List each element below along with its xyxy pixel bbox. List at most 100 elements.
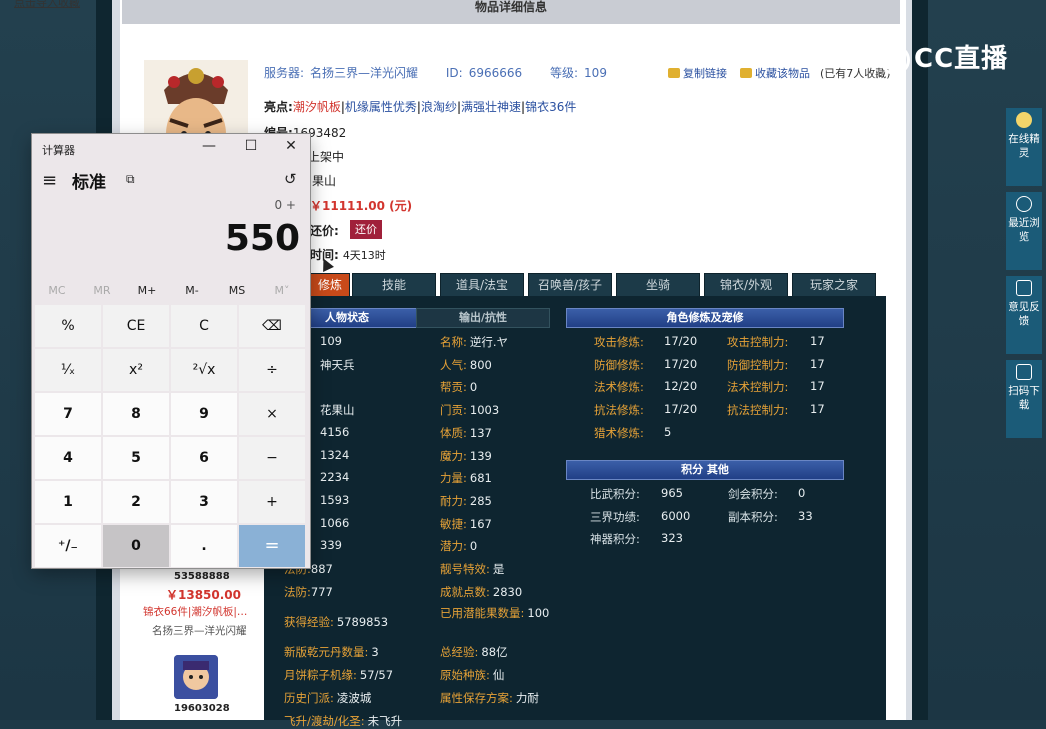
server-value: 名扬三界—洋光闪耀: [310, 66, 419, 80]
digit-6-button[interactable]: 6: [171, 437, 237, 479]
digit-5-button[interactable]: 5: [103, 437, 169, 479]
calculator-window[interactable]: 计算器 — ☐ ✕ ≡ 标准 ⧉ ↺ 0 + 550 MC MR M+ M- M…: [32, 134, 310, 568]
memory-clear-button[interactable]: MC: [34, 284, 80, 297]
control-key: 抗法控制力:: [727, 403, 789, 418]
multiply-button[interactable]: ×: [239, 393, 305, 435]
tab-pets[interactable]: 召唤兽/孩子: [528, 273, 612, 296]
digit-0-button[interactable]: 0: [103, 525, 169, 567]
cultivation-value: 17/20: [664, 356, 698, 371]
digit-7-button[interactable]: 7: [35, 393, 101, 435]
memory-add-button[interactable]: M+: [124, 284, 170, 297]
stat-value: 是: [492, 562, 505, 576]
highlight-item: 浪淘纱: [420, 100, 457, 114]
stat-row: 1066: [320, 516, 349, 530]
stat-value: 1593: [320, 492, 350, 507]
stat-value: 仙: [492, 668, 505, 682]
listing-server: 名扬三界—洋光闪耀: [152, 625, 247, 637]
memory-recall-button[interactable]: MR: [79, 284, 125, 297]
side-item-download[interactable]: 扫码下载: [1006, 360, 1042, 438]
stat-row: 已用潜能果数量: 100: [440, 606, 560, 621]
clear-button[interactable]: C: [171, 305, 237, 347]
listing-avatar[interactable]: [174, 655, 218, 699]
minimize-icon[interactable]: —: [194, 138, 224, 154]
square-root-button[interactable]: ²√x: [171, 349, 237, 391]
highlight-line: 亮点:潮汐帆板|机缘属性优秀|浪淘纱|满强壮神速|锦衣36件: [264, 100, 577, 114]
maximize-icon[interactable]: ☐: [236, 138, 266, 154]
tab-costumes[interactable]: 锦衣/外观: [704, 273, 788, 296]
edit-icon: [1016, 280, 1032, 296]
stat-row: 敏捷: 167: [440, 516, 492, 532]
points-key: 比武积分:: [590, 487, 640, 501]
digit-2-button[interactable]: 2: [103, 481, 169, 523]
stat-row: 耐力: 285: [440, 493, 492, 509]
divide-button[interactable]: ÷: [239, 349, 305, 391]
highlight-item: 机缘属性优秀: [344, 100, 417, 114]
memory-subtract-button[interactable]: M-: [169, 284, 215, 297]
stat-value: 887: [310, 562, 333, 576]
cultivation-key: 防御修炼:: [594, 357, 644, 372]
stat-row: 1593: [320, 493, 349, 507]
keep-on-top-icon[interactable]: ⧉: [126, 172, 135, 187]
status-value: 上架中: [308, 150, 345, 164]
reciprocal-button[interactable]: ¹⁄ₓ: [35, 349, 101, 391]
history-icon[interactable]: ↺: [284, 170, 297, 188]
price-amount: ￥11111.00 (元): [310, 199, 413, 213]
percent-button[interactable]: %: [35, 305, 101, 347]
negate-button[interactable]: ⁺/₋: [35, 525, 101, 567]
stat-value: 力耐: [515, 691, 539, 705]
backspace-button[interactable]: ⌫: [239, 305, 305, 347]
stat-value: 花果山: [320, 403, 355, 418]
copy-link[interactable]: 复制链接: [668, 65, 727, 81]
menu-icon[interactable]: ≡: [42, 170, 57, 191]
tab-items[interactable]: 道具/法宝: [440, 273, 524, 296]
counter-offer-button[interactable]: 还价: [350, 220, 382, 239]
cultivation-value: 17/20: [664, 334, 698, 348]
side-item-online-sprite[interactable]: 在线精灵: [1006, 108, 1042, 186]
tab-mounts[interactable]: 坐骑: [616, 273, 700, 296]
stat-key: 靓号特效:: [440, 562, 490, 576]
stat-key: 人气:: [440, 357, 467, 372]
square-button[interactable]: x²: [103, 349, 169, 391]
stat-row: 飞升/渡劫/化圣: 未飞升: [284, 713, 402, 729]
equals-button[interactable]: =: [239, 525, 305, 567]
tab-home[interactable]: 玩家之家: [792, 273, 876, 296]
tab-cultivation[interactable]: 修炼: [310, 273, 350, 296]
top-link[interactable]: 点击导入收藏: [14, 0, 80, 10]
stat-value: 1066: [320, 515, 350, 530]
listing-tags: 锦衣66件|潮汐帆板|…: [143, 606, 248, 618]
digit-1-button[interactable]: 1: [35, 481, 101, 523]
section-output[interactable]: 输出/抗性: [416, 308, 550, 328]
listing-id[interactable]: 53588888: [174, 571, 230, 582]
subtract-button[interactable]: −: [239, 437, 305, 479]
clear-entry-button[interactable]: CE: [103, 305, 169, 347]
stat-value: 88亿: [481, 645, 508, 659]
level-value: 109: [584, 66, 607, 80]
side-item-recent[interactable]: 最近浏览: [1006, 192, 1042, 270]
digit-9-button[interactable]: 9: [171, 393, 237, 435]
decimal-button[interactable]: .: [171, 525, 237, 567]
section-cultivation: 角色修炼及宠修: [566, 308, 844, 328]
points-key: 神器积分:: [590, 532, 640, 547]
stat-key: 体质:: [440, 425, 467, 440]
favorite-link[interactable]: 收藏该物品: [740, 65, 810, 81]
stat-row: 帮贡: 0: [440, 379, 477, 395]
stat-value: 神天兵: [320, 357, 355, 372]
counter-label: 还价:: [310, 224, 339, 238]
digit-4-button[interactable]: 4: [35, 437, 101, 479]
stat-row: 魔力: 139: [440, 448, 492, 464]
points-value: 0: [798, 486, 806, 500]
digit-8-button[interactable]: 8: [103, 393, 169, 435]
tab-skills[interactable]: 技能: [352, 273, 436, 296]
side-item-feedback[interactable]: 意见反馈: [1006, 276, 1042, 354]
close-icon[interactable]: ✕: [276, 138, 306, 154]
digit-3-button[interactable]: 3: [171, 481, 237, 523]
stat-key: 历史门派:: [284, 691, 334, 705]
scan-icon: [1016, 364, 1032, 380]
stat-key: 敏捷:: [440, 516, 467, 531]
memory-list-button[interactable]: M˅: [259, 284, 305, 297]
listing-id[interactable]: 19603028: [174, 703, 230, 714]
add-button[interactable]: +: [239, 481, 305, 523]
price-value: ￥11111.00 (元): [310, 197, 412, 214]
memory-store-button[interactable]: MS: [214, 284, 260, 297]
stat-row: 花果山: [320, 402, 355, 418]
